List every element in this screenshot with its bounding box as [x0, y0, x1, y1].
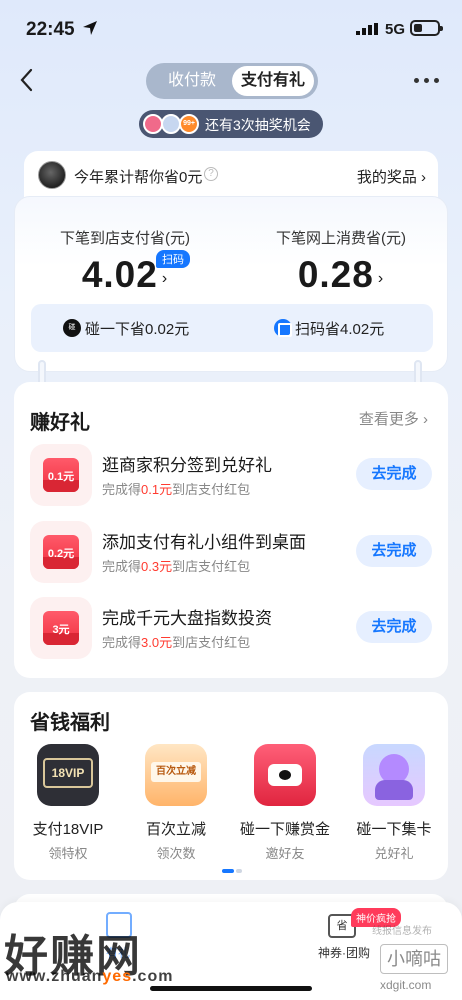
offline-savings[interactable]: 下笔到店支付省(元) 4.02 ›: [25, 227, 225, 296]
touch-pay-icon: 碰: [63, 319, 81, 337]
go-complete-button[interactable]: 去完成: [356, 611, 432, 643]
status-time: 22:45: [26, 19, 75, 40]
touch-reward-icon: [254, 744, 316, 806]
scan-code-icon: [274, 319, 292, 337]
benefit-item[interactable]: 百次立减 百次立减 领次数: [130, 744, 222, 862]
benefit-item[interactable]: 18VIP 支付18VIP 领特权: [22, 744, 114, 862]
savings-methods-bar: 碰 碰一下省0.02元 扫码省4.02元: [31, 304, 433, 352]
prize-thumb-icon: [143, 114, 163, 134]
more-icon[interactable]: [414, 72, 442, 88]
section-title: 赚好礼: [30, 412, 90, 434]
red-envelope-icon: 0.2元: [30, 521, 92, 583]
prize-thumb-icon: [161, 114, 181, 134]
avatar: [38, 161, 66, 189]
scan-savings-text[interactable]: 扫码省4.02元: [295, 318, 384, 339]
card-collect-icon: [363, 744, 425, 806]
offline-savings-value: 4.02: [81, 254, 158, 295]
offline-savings-label: 下笔到店支付省(元): [60, 230, 190, 247]
home-indicator[interactable]: [150, 986, 312, 991]
touch-savings-text[interactable]: 碰一下省0.02元: [85, 318, 189, 339]
prize-thumb-icon: 99+: [179, 114, 199, 134]
lottery-text: 还有3次抽奖机会: [205, 117, 311, 133]
online-savings-value: 0.28: [297, 254, 374, 295]
task-subtitle: 完成得0.3元到店支付红包: [102, 559, 251, 574]
yearly-savings-text: 今年累计帮你省0元: [74, 169, 203, 186]
discount-box-icon: 百次立减: [145, 744, 207, 806]
task-subtitle: 完成得3.0元到店支付红包: [102, 635, 251, 650]
segment-control: 收付款 支付有礼: [146, 63, 318, 99]
task-item: 0.2元 添加支付有礼小组件到桌面 完成得0.3元到店支付红包 去完成: [14, 521, 448, 585]
tab-pay-rewards[interactable]: 支付有礼: [232, 66, 314, 96]
tab-receive-pay[interactable]: 收付款: [152, 66, 232, 96]
network-type: 5G: [385, 21, 406, 38]
signal-icon: [356, 23, 378, 35]
earn-rewards-section: 赚好礼 查看更多 › 0.1元 逛商家积分签到兑好礼 完成得0.1元到店支付红包…: [14, 382, 448, 678]
status-bar: 22:45 5G: [0, 0, 462, 58]
task-item: 3元 完成千元大盘指数投资 完成得3.0元到店支付红包 去完成: [14, 597, 448, 661]
task-title: 添加支付有礼小组件到桌面: [102, 533, 306, 552]
my-prizes-link[interactable]: 我的奖品 ›: [357, 166, 426, 187]
battery-icon: [410, 20, 443, 36]
location-arrow-icon: [83, 21, 97, 35]
lottery-chances-pill[interactable]: 99+ 还有3次抽奖机会: [139, 110, 323, 138]
section-title: 省钱福利: [30, 712, 110, 734]
watermark-small: 线报信息发布: [372, 926, 432, 937]
savings-header: 今年累计帮你省0元 ? 我的奖品 ›: [24, 151, 438, 199]
red-envelope-icon: 0.1元: [30, 444, 92, 506]
scan-badge: 扫码: [156, 250, 190, 268]
savings-benefits-section: 省钱福利 18VIP 支付18VIP 领特权 百次立减 百次立减 领次数 碰一下…: [14, 692, 448, 880]
carousel-indicator: [222, 860, 244, 878]
online-savings-label: 下笔网上消费省(元): [276, 230, 406, 247]
task-item: 0.1元 逛商家积分签到兑好礼 完成得0.1元到店支付红包 去完成: [14, 444, 448, 508]
help-icon[interactable]: ?: [204, 167, 218, 181]
chevron-right-icon: ›: [377, 270, 385, 287]
back-chevron-icon[interactable]: [14, 66, 42, 94]
watermark-url: www.zhuanyes.com: [6, 968, 174, 985]
go-complete-button[interactable]: 去完成: [356, 535, 432, 567]
benefit-item[interactable]: 碰一下集卡 兑好礼: [348, 744, 440, 862]
vip-card-icon: 18VIP: [37, 744, 99, 806]
task-title: 完成千元大盘指数投资: [102, 609, 272, 628]
watermark-logo: 小嘀咕: [380, 944, 448, 974]
see-more-link[interactable]: 查看更多 ›: [359, 408, 428, 429]
watermark-url-right: xdgit.com: [380, 978, 432, 992]
task-subtitle: 完成得0.1元到店支付红包: [102, 482, 251, 497]
chevron-right-icon: ›: [161, 270, 169, 287]
task-title: 逛商家积分签到兑好礼: [102, 456, 272, 475]
benefit-item[interactable]: 碰一下赚赏金 邀好友: [239, 744, 331, 862]
savings-card: 下笔到店支付省(元) 4.02 › 扫码 下笔网上消费省(元) 0.28 › 碰 碰…: [14, 196, 448, 372]
red-envelope-icon: 3元: [30, 597, 92, 659]
go-complete-button[interactable]: 去完成: [356, 458, 432, 490]
coupon-tab-label: 神券·团购: [318, 946, 370, 960]
online-savings[interactable]: 下笔网上消费省(元) 0.28 ›: [241, 227, 441, 296]
